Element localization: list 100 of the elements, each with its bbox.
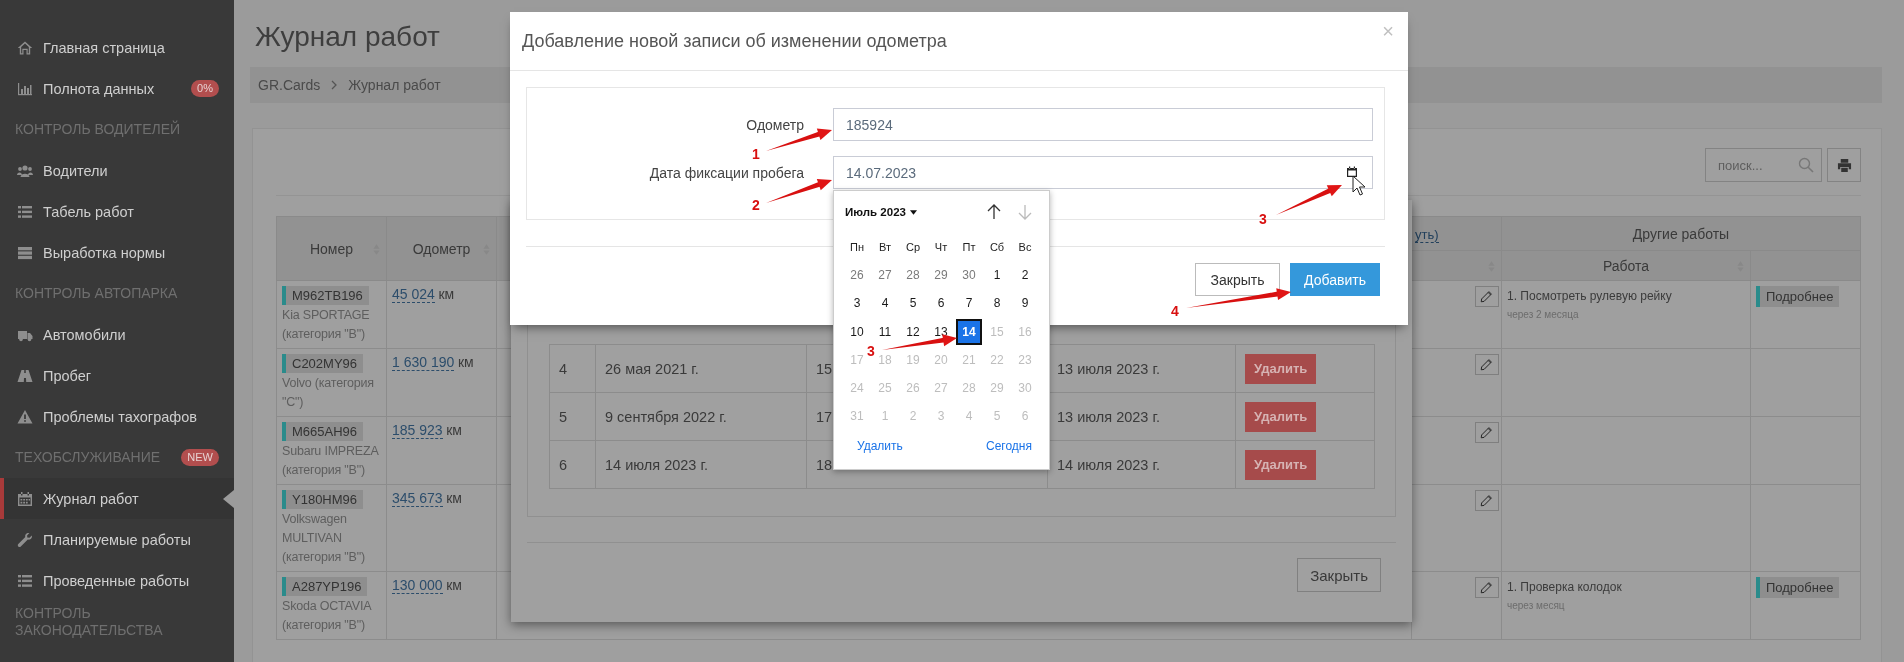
edit-button[interactable] — [1475, 577, 1499, 598]
arrow-up-icon[interactable] — [987, 204, 1001, 220]
calendar-day[interactable]: 6 — [929, 291, 953, 316]
plate-tag: C202MY96 — [282, 354, 364, 373]
cursor-icon — [1352, 175, 1366, 196]
calendar-day[interactable]: 4 — [873, 291, 897, 316]
calendar-icon[interactable] — [1346, 166, 1358, 178]
odometer-field[interactable]: 185924 — [833, 108, 1373, 141]
weekday-label: Сб — [988, 240, 1006, 256]
delete-button[interactable]: Удалить — [1245, 401, 1317, 432]
chevron-icon — [330, 80, 339, 90]
step-number: 3 — [866, 342, 876, 360]
sidebar-item[interactable]: Выработка нормы — [0, 232, 234, 273]
step-number: 4 — [1170, 302, 1180, 320]
breadcrumb-link[interactable]: GR.Cards — [258, 77, 321, 93]
road-icon — [17, 367, 33, 384]
arrow-down-icon[interactable] — [1018, 204, 1032, 220]
wrench-icon — [17, 531, 33, 548]
table-cell: 26 мая 2021 г. — [595, 344, 807, 393]
calendar-day[interactable]: 12 — [901, 319, 925, 344]
date-field[interactable]: 14.07.2023 — [833, 156, 1373, 189]
home-icon — [17, 39, 33, 56]
work-title: 1. Посмотреть рулевую рейку — [1507, 289, 1673, 303]
annotation-arrow — [1276, 185, 1342, 215]
calendar-day[interactable]: 8 — [985, 291, 1009, 316]
table-cell: 6 — [549, 440, 596, 489]
calendar-day[interactable]: 30 — [957, 263, 981, 288]
weekday-label: Ср — [904, 240, 922, 256]
car-name: Skoda OCTAVIA (категория "B") — [282, 598, 373, 634]
odometer-link[interactable]: 1 630 190 — [392, 354, 455, 371]
header-link[interactable]: уть) — [1415, 226, 1439, 243]
print-button[interactable] — [1827, 148, 1861, 182]
users-icon — [17, 162, 33, 179]
calendar-day[interactable]: 7 — [957, 291, 981, 316]
odometer-link[interactable]: 130 000 — [392, 577, 443, 594]
warning-icon — [17, 408, 33, 425]
details-link[interactable]: Подробнее — [1756, 286, 1840, 307]
plate-tag: Y180HM96 — [282, 490, 364, 509]
list-icon — [17, 203, 33, 220]
calendar-day[interactable]: 5 — [901, 291, 925, 316]
column-header[interactable]: Работа — [1501, 250, 1751, 281]
calendar-day[interactable]: 29 — [929, 263, 953, 288]
odometer-link[interactable]: 185 923 — [392, 422, 443, 439]
close-button[interactable]: Закрыть — [1195, 263, 1280, 296]
calendar-day[interactable]: 10 — [845, 319, 869, 344]
weekday-label: Пт — [961, 240, 977, 256]
breadcrumb-link[interactable]: Журнал работ — [348, 77, 441, 93]
weekday-label: Вт — [878, 240, 892, 256]
delete-button[interactable]: Удалить — [1245, 449, 1317, 480]
server-icon — [17, 244, 33, 261]
car-name: Kia SPORTAGE (категория "B") — [282, 307, 371, 343]
edit-button[interactable] — [1475, 286, 1499, 307]
sidebar-item[interactable]: Главная страница — [0, 27, 234, 68]
close-button[interactable]: Закрыть — [1297, 558, 1381, 592]
unit-label: км — [446, 422, 462, 438]
calendar-day[interactable]: 28 — [901, 263, 925, 288]
add-button[interactable]: Добавить — [1290, 263, 1380, 296]
delete-button[interactable]: Удалить — [1245, 353, 1317, 384]
sidebar-item[interactable]: Полнота данных 0% — [0, 68, 234, 109]
odometer-link[interactable]: 45 024 — [392, 286, 435, 303]
weekday-label: Чт — [933, 240, 949, 256]
sidebar-item[interactable]: Проблемы тахографов — [0, 396, 234, 437]
details-link[interactable]: Подробнее — [1756, 577, 1840, 598]
calendar-day[interactable]: 26 — [845, 263, 869, 288]
column-header[interactable]: Одометр — [386, 216, 497, 281]
sidebar-item[interactable]: Планируемые работы — [0, 519, 234, 560]
column-header[interactable]: Номер — [276, 216, 387, 281]
sidebar-item[interactable]: Пробег — [0, 355, 234, 396]
unit-label: км — [457, 354, 474, 370]
today-link[interactable]: Сегодня — [986, 439, 1032, 454]
calendar-day[interactable]: 1 — [985, 263, 1009, 288]
sidebar-item[interactable]: Водители — [0, 150, 234, 191]
search-field[interactable]: поиск... — [1705, 148, 1822, 182]
edit-button[interactable] — [1475, 422, 1499, 443]
edit-button[interactable] — [1475, 490, 1499, 511]
calendar-day[interactable]: 27 — [873, 263, 897, 288]
calendar-day[interactable]: 3 — [845, 291, 869, 316]
list-icon — [17, 572, 33, 589]
pencil-icon — [1480, 358, 1494, 371]
odometer-link[interactable]: 345 673 — [392, 490, 443, 507]
calendar-day[interactable]: 9 — [1013, 291, 1037, 316]
sidebar-item[interactable]: Журнал работ — [0, 478, 234, 519]
month-selector[interactable]: Июль 2023 — [843, 206, 917, 218]
chart-icon — [17, 80, 33, 97]
pencil-icon — [1480, 494, 1494, 507]
calendar-day[interactable]: 14 — [956, 318, 982, 345]
clear-link[interactable]: Удалить — [857, 439, 903, 454]
car-name: Subaru IMPREZA (категория "B") — [282, 443, 380, 479]
sidebar-item[interactable]: Проведенные работы — [0, 560, 234, 601]
step-number: 3 — [1258, 210, 1268, 228]
calendar-day[interactable]: 2 — [1013, 263, 1037, 288]
table-cell: 9 сентября 2022 г. — [595, 392, 807, 441]
step-number: 2 — [751, 196, 761, 214]
unit-label: км — [446, 577, 462, 593]
car-name: Volkswagen MULTIVAN (категория "B") — [282, 511, 366, 566]
sidebar-item[interactable]: Автомобили — [0, 314, 234, 355]
sidebar-item[interactable]: Табель работ — [0, 191, 234, 232]
calendar-day[interactable]: 11 — [873, 319, 897, 344]
edit-button[interactable] — [1475, 354, 1499, 375]
pencil-icon — [1480, 290, 1494, 303]
